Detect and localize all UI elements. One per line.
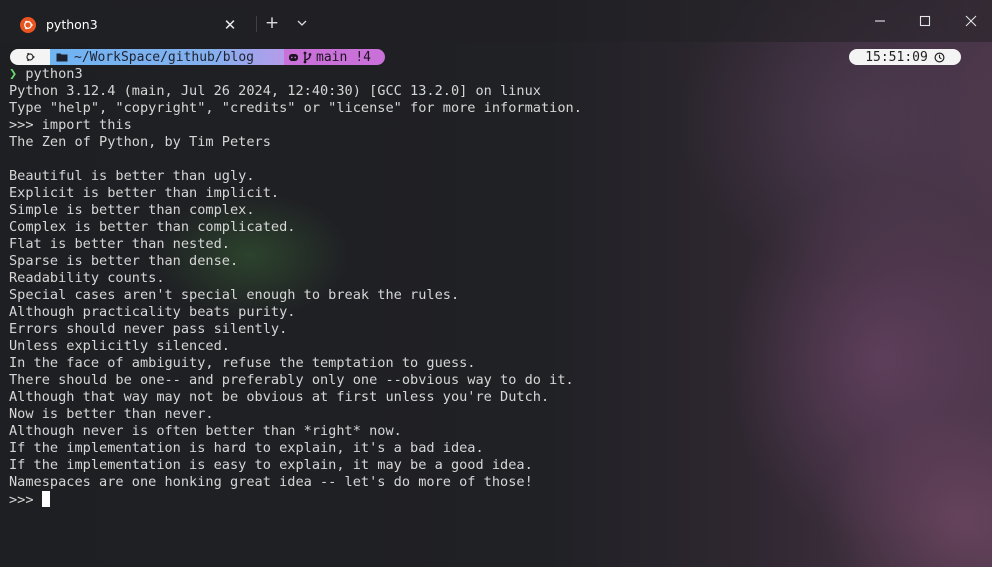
git-branch: main xyxy=(316,49,348,65)
time-segment: 15:51:09 xyxy=(849,49,961,65)
output-line: Type "help", "copyright", "credits" or "… xyxy=(9,100,582,116)
command-text: python3 xyxy=(25,66,83,82)
maximize-button[interactable] xyxy=(912,8,938,34)
git-branch-icon xyxy=(303,51,312,63)
input-line[interactable]: >>> xyxy=(9,491,992,508)
output-line: Now is better than never. xyxy=(9,406,214,422)
path-segment: ~/WorkSpace/github/blog xyxy=(50,49,284,65)
output-line: Although practicality beats purity. xyxy=(9,304,296,320)
output-line: Sparse is better than dense. xyxy=(9,253,239,269)
output-line: The Zen of Python, by Tim Peters xyxy=(9,134,271,150)
chevron-down-icon xyxy=(297,20,307,26)
new-tab-button[interactable]: + xyxy=(262,12,282,34)
minimize-icon xyxy=(875,20,885,22)
terminal-output[interactable]: ❯ python3 Python 3.12.4 (main, Jul 26 20… xyxy=(9,66,992,508)
output-line: If the implementation is easy to explain… xyxy=(9,457,533,473)
output-line: Namespaces are one honking great idea --… xyxy=(9,474,533,490)
output-line: Although never is often better than *rig… xyxy=(9,423,402,439)
output-lines: Python 3.12.4 (main, Jul 26 2024, 12:40:… xyxy=(9,83,992,491)
output-line: Readability counts. xyxy=(9,270,165,286)
close-icon xyxy=(965,15,977,27)
output-line: Unless explicitly silenced. xyxy=(9,338,230,354)
close-window-button[interactable] xyxy=(958,8,984,34)
repl-prompt: >>> xyxy=(9,492,42,508)
os-segment xyxy=(10,49,50,65)
linux-icon xyxy=(26,52,35,62)
output-line: Explicit is better than implicit. xyxy=(9,185,280,201)
prompt-arrow: ❯ xyxy=(9,66,18,82)
command-line: ❯ python3 xyxy=(9,66,992,83)
tab-python3[interactable]: python3 ✕ xyxy=(8,8,248,42)
output-line: Special cases aren't special enough to b… xyxy=(9,287,460,303)
output-line: Flat is better than nested. xyxy=(9,236,230,252)
git-segment: main !4 xyxy=(284,49,385,65)
title-bar: python3 ✕ + xyxy=(0,0,992,42)
output-line: Errors should never pass silently. xyxy=(9,321,288,337)
output-line: Python 3.12.4 (main, Jul 26 2024, 12:40:… xyxy=(9,83,541,99)
current-path: ~/WorkSpace/github/blog xyxy=(74,49,255,65)
prompt-bar: ~/WorkSpace/github/blog main !4 xyxy=(10,49,385,65)
output-line: If the implementation is hard to explain… xyxy=(9,440,484,456)
ubuntu-icon xyxy=(20,17,36,33)
tab-title: python3 xyxy=(46,17,98,32)
output-line: Complex is better than complicated. xyxy=(9,219,296,235)
output-line: Although that way may not be obvious at … xyxy=(9,389,550,405)
github-icon xyxy=(289,53,298,61)
current-time: 15:51:09 xyxy=(865,49,928,65)
folder-icon xyxy=(56,53,68,62)
tab-dropdown-button[interactable] xyxy=(292,12,312,34)
clock-icon xyxy=(934,51,945,63)
output-line: Simple is better than complex. xyxy=(9,202,255,218)
minimize-button[interactable] xyxy=(867,8,893,34)
text-cursor xyxy=(41,491,50,507)
tab-close-button[interactable]: ✕ xyxy=(220,15,240,35)
maximize-icon xyxy=(919,15,931,27)
output-line: >>> import this xyxy=(9,117,132,133)
git-status: !4 xyxy=(355,49,371,65)
output-line: Beautiful is better than ugly. xyxy=(9,168,255,184)
tab-separator xyxy=(256,16,257,32)
output-line: There should be one-- and preferably onl… xyxy=(9,372,574,388)
output-line: In the face of ambiguity, refuse the tem… xyxy=(9,355,476,371)
